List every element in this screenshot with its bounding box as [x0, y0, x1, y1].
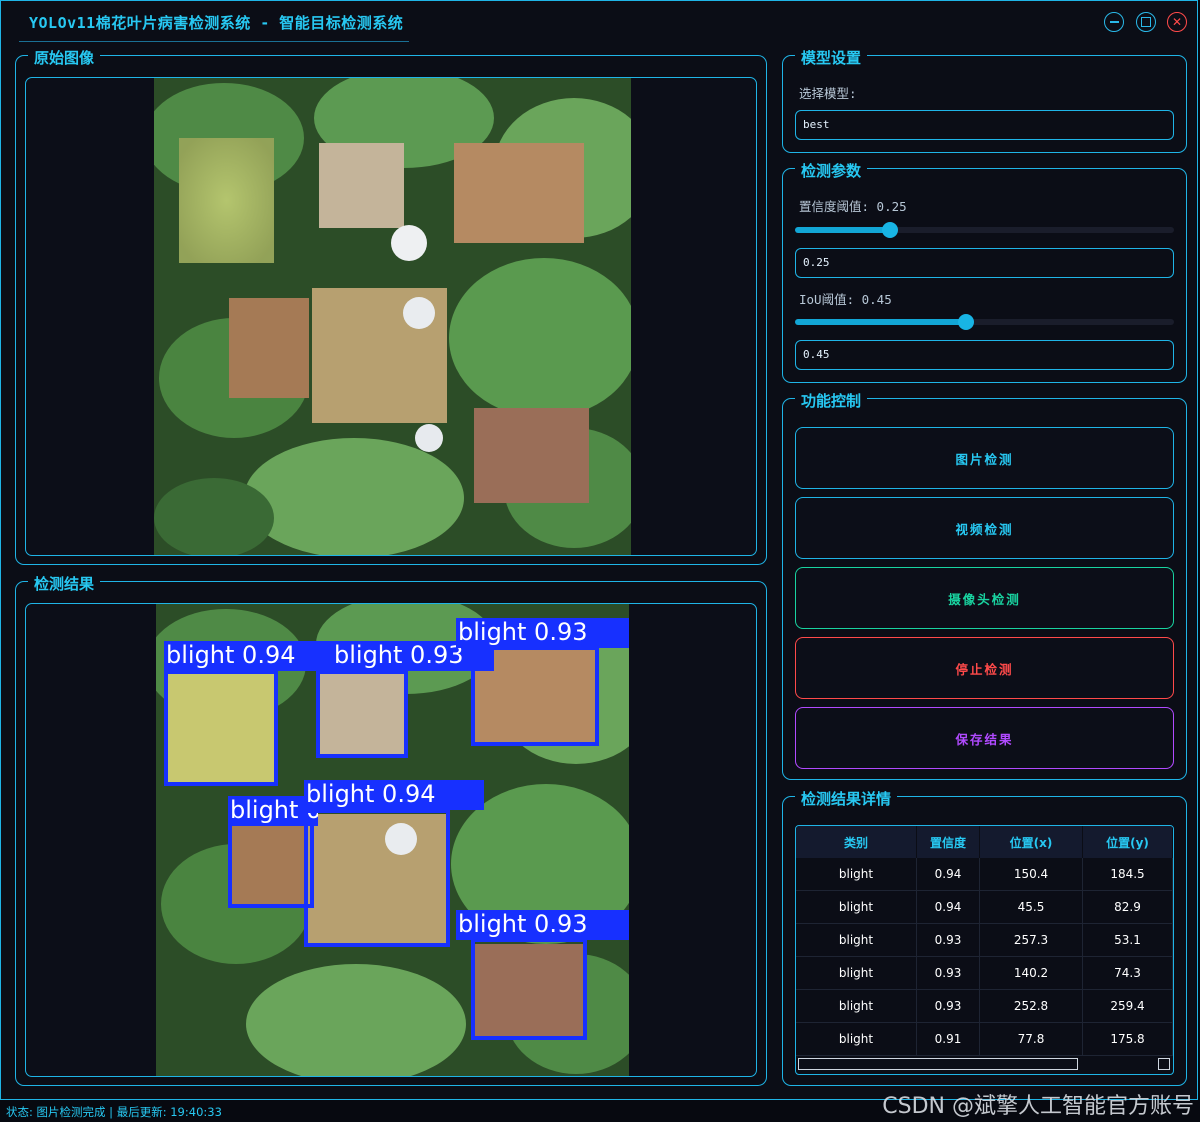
maximize-button[interactable] — [1136, 12, 1156, 32]
save-results-button[interactable]: 保存结果 — [795, 707, 1174, 769]
title-bar: YOLOv11棉花叶片病害检测系统 - 智能目标检测系统 ✕ — [1, 1, 1197, 45]
detection-label: blight 0.94 — [164, 641, 336, 671]
detection-box — [316, 670, 408, 758]
original-image-group: 原始图像 — [15, 47, 767, 565]
cell-x: 150.4 — [979, 858, 1083, 891]
table-row[interactable]: blight 0.94 45.5 82.9 — [796, 890, 1173, 924]
model-select[interactable]: best — [795, 110, 1174, 140]
table-row[interactable]: blight 0.91 77.8 175.8 — [796, 1022, 1173, 1056]
cell-confidence: 0.91 — [916, 1022, 980, 1056]
result-image-frame: blight 0.94 blight 0.93 blight 0.93 blig… — [25, 603, 757, 1077]
detection-box — [471, 938, 587, 1040]
results-detail-group: 检测结果详情 类别 置信度 位置(x) 位置(y) blight 0.94 15… — [782, 788, 1187, 1086]
column-header-class[interactable]: 类别 — [796, 826, 917, 858]
cell-class: blight — [796, 923, 917, 957]
iou-slider[interactable] — [795, 314, 1174, 330]
confidence-slider-fill — [795, 227, 890, 233]
cell-y: 259.4 — [1082, 989, 1173, 1023]
scrollbar-end-handle[interactable] — [1158, 1058, 1170, 1070]
cell-class: blight — [796, 989, 917, 1023]
stop-detect-button[interactable]: 停止检测 — [795, 637, 1174, 699]
horizontal-scrollbar[interactable] — [798, 1058, 1170, 1070]
cell-y: 53.1 — [1082, 923, 1173, 957]
model-select-label: 选择模型: — [799, 86, 857, 101]
results-detail-title: 检测结果详情 — [795, 788, 898, 809]
controls-title: 功能控制 — [795, 390, 868, 411]
close-button[interactable]: ✕ — [1167, 12, 1187, 32]
minimize-button[interactable] — [1104, 12, 1124, 32]
scrollbar-thumb[interactable] — [798, 1058, 1078, 1070]
cell-x: 252.8 — [979, 989, 1083, 1023]
cell-y: 184.5 — [1082, 858, 1173, 891]
detection-label: blight 0.94 — [304, 780, 484, 810]
cell-confidence: 0.94 — [916, 858, 980, 891]
original-image — [154, 78, 631, 555]
result-image-group: 检测结果 blight 0.94 blight 0.93 blight 0.93… — [15, 573, 767, 1086]
column-header-y[interactable]: 位置(y) — [1082, 826, 1173, 858]
detection-box — [164, 670, 278, 786]
detection-label: blight 0.93 — [456, 618, 629, 648]
cell-y: 82.9 — [1082, 890, 1173, 924]
app-window: YOLOv11棉花叶片病害检测系统 - 智能目标检测系统 ✕ 原始图像 检测结果… — [0, 0, 1198, 1100]
table-row[interactable]: blight 0.93 257.3 53.1 — [796, 923, 1173, 957]
cell-class: blight — [796, 858, 917, 891]
cell-confidence: 0.94 — [916, 890, 980, 924]
column-header-x[interactable]: 位置(x) — [979, 826, 1083, 858]
cell-y: 175.8 — [1082, 1022, 1173, 1056]
result-image: blight 0.94 blight 0.93 blight 0.93 blig… — [156, 604, 629, 1076]
table-header-row: 类别 置信度 位置(x) 位置(y) — [796, 826, 1173, 858]
detection-box — [471, 646, 599, 746]
iou-slider-handle[interactable] — [957, 314, 974, 330]
window-title: YOLOv11棉花叶片病害检测系统 - 智能目标检测系统 — [29, 14, 404, 32]
original-image-title: 原始图像 — [28, 47, 101, 68]
controls-group: 功能控制 图片检测 视频检测 摄像头检测 停止检测 保存结果 — [782, 390, 1187, 780]
camera-detect-button[interactable]: 摄像头检测 — [795, 567, 1174, 629]
model-settings-group: 模型设置 选择模型: best — [782, 47, 1187, 153]
model-settings-title: 模型设置 — [795, 47, 868, 68]
results-table-container: 类别 置信度 位置(x) 位置(y) blight 0.94 150.4 184… — [795, 825, 1174, 1075]
close-icon: ✕ — [1171, 15, 1183, 29]
column-header-confidence[interactable]: 置信度 — [916, 826, 980, 858]
cell-class: blight — [796, 956, 917, 990]
image-detect-button[interactable]: 图片检测 — [795, 427, 1174, 489]
cell-confidence: 0.93 — [916, 989, 980, 1023]
maximize-icon — [1141, 17, 1151, 27]
table-row[interactable]: blight 0.93 140.2 74.3 — [796, 956, 1173, 990]
iou-label: IoU阈值: 0.45 — [799, 292, 892, 307]
cell-x: 257.3 — [979, 923, 1083, 957]
cell-x: 140.2 — [979, 956, 1083, 990]
confidence-slider[interactable] — [795, 222, 1174, 238]
cell-x: 77.8 — [979, 1022, 1083, 1056]
minimize-icon — [1109, 21, 1119, 23]
confidence-label: 置信度阈值: 0.25 — [799, 199, 907, 214]
watermark: CSDN @斌擎人工智能官方账号 — [882, 1094, 1194, 1119]
cell-confidence: 0.93 — [916, 923, 980, 957]
detection-params-title: 检测参数 — [795, 160, 868, 181]
detection-label: blight 0.93 — [456, 910, 629, 940]
original-image-frame — [25, 77, 757, 556]
cell-confidence: 0.93 — [916, 956, 980, 990]
iou-input[interactable]: 0.45 — [795, 340, 1174, 370]
cell-class: blight — [796, 1022, 917, 1056]
cell-x: 45.5 — [979, 890, 1083, 924]
status-text: 状态: 图片检测完成 | 最后更新: 19:40:33 — [6, 1105, 222, 1119]
confidence-input[interactable]: 0.25 — [795, 248, 1174, 278]
results-table: 类别 置信度 位置(x) 位置(y) blight 0.94 150.4 184… — [796, 826, 1173, 1056]
detection-params-group: 检测参数 置信度阈值: 0.25 0.25 IoU阈值: 0.45 0.45 — [782, 160, 1187, 383]
detection-box — [304, 809, 450, 947]
table-row[interactable]: blight 0.94 150.4 184.5 — [796, 858, 1173, 891]
confidence-slider-handle[interactable] — [881, 222, 898, 238]
result-image-title: 检测结果 — [28, 573, 101, 594]
cell-class: blight — [796, 890, 917, 924]
title-underline — [19, 41, 409, 42]
video-detect-button[interactable]: 视频检测 — [795, 497, 1174, 559]
cell-y: 74.3 — [1082, 956, 1173, 990]
iou-slider-fill — [795, 319, 966, 325]
table-row[interactable]: blight 0.93 252.8 259.4 — [796, 989, 1173, 1023]
